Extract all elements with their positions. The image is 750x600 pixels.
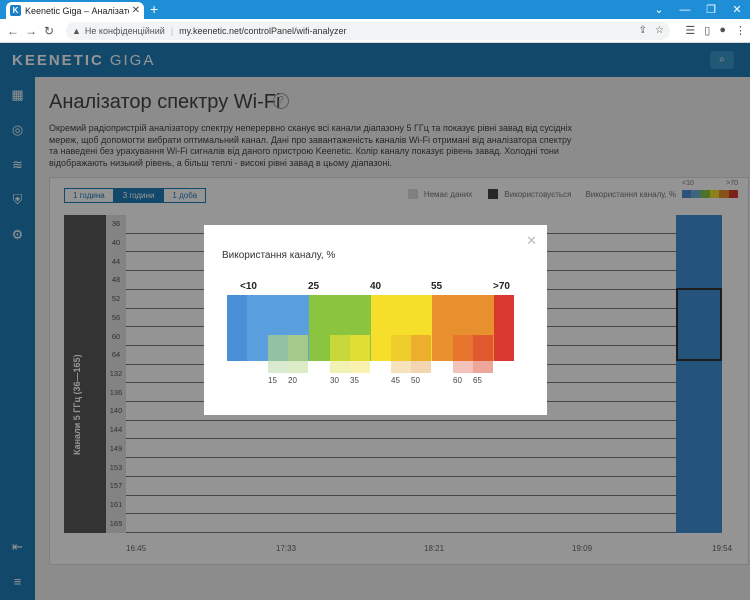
label-gt70: >70: [493, 281, 510, 292]
label-40: 40: [370, 281, 382, 292]
new-tab-button[interactable]: +: [150, 1, 158, 17]
browser-tab[interactable]: K Keenetic Giga – Аналізатор спект ✕: [6, 2, 144, 19]
url-text: my.keenetic.net/controlPanel/wifi-analyz…: [179, 26, 347, 36]
bookmark-star-icon[interactable]: ☆: [655, 25, 664, 36]
swatch-20: [288, 335, 308, 361]
swatch-15: [268, 335, 288, 361]
swatch-50-light: [411, 361, 431, 373]
swatch-60-light: [453, 361, 473, 373]
label-25: 25: [308, 281, 320, 292]
swatch-50: [411, 335, 431, 361]
label-lt10: <10: [240, 281, 257, 292]
side-panel-icon[interactable]: ▯: [704, 24, 710, 37]
maximize-icon[interactable]: ❐: [698, 3, 724, 16]
window-controls: ⌄ — ❐ ✕: [646, 0, 750, 19]
close-window-icon[interactable]: ✕: [724, 3, 750, 16]
tab-close-icon[interactable]: ✕: [132, 5, 140, 16]
profile-icon[interactable]: ●: [719, 24, 726, 37]
reload-icon[interactable]: ↻: [40, 24, 58, 38]
label-35: 35: [350, 376, 359, 385]
more-menu-icon[interactable]: ⋮: [735, 24, 746, 37]
omnibox-icons: ⇪ ☆: [639, 25, 664, 36]
usage-legend-dialog: ✕ Використання каналу, % <10 25 40 55 >7…: [204, 225, 547, 415]
swatch-35-light: [350, 361, 370, 373]
close-icon[interactable]: ✕: [526, 233, 537, 249]
label-55: 55: [431, 281, 443, 292]
swatch-20-light: [288, 361, 308, 373]
back-icon[interactable]: ←: [4, 24, 22, 38]
tab-search-icon[interactable]: ⌄: [646, 3, 672, 16]
warning-icon: ▲: [72, 26, 81, 36]
swatch-65-light: [473, 361, 493, 373]
forward-icon[interactable]: →: [22, 24, 40, 38]
minimize-icon[interactable]: —: [672, 4, 698, 16]
swatch-45: [391, 335, 411, 361]
swatch-60: [453, 335, 473, 361]
divider: |: [170, 26, 174, 36]
swatch-red: [494, 295, 514, 361]
browser-toolbar-right: ☰ ▯ ● ⋮: [685, 24, 746, 37]
label-20: 20: [288, 376, 297, 385]
swatch-45-light: [391, 361, 411, 373]
url-field[interactable]: ▲ Не конфіденційний | my.keenetic.net/co…: [66, 22, 670, 40]
reading-list-icon[interactable]: ☰: [685, 24, 695, 37]
share-icon[interactable]: ⇪: [639, 25, 647, 36]
label-15: 15: [268, 376, 277, 385]
label-45: 45: [391, 376, 400, 385]
dialog-title: Використання каналу, %: [222, 250, 336, 261]
address-bar: ← → ↻ ▲ Не конфіденційний | my.keenetic.…: [0, 19, 750, 43]
label-60: 60: [453, 376, 462, 385]
swatch-30-light: [330, 361, 350, 373]
label-50: 50: [411, 376, 420, 385]
swatch-65: [473, 335, 493, 361]
security-label: Не конфіденційний: [84, 26, 165, 36]
label-30: 30: [330, 376, 339, 385]
swatch-30: [330, 335, 350, 361]
tab-title: Keenetic Giga – Аналізатор спект: [25, 5, 129, 16]
swatch-35: [350, 335, 370, 361]
browser-tab-bar: K Keenetic Giga – Аналізатор спект ✕ + ⌄…: [0, 0, 750, 19]
swatch-15-light: [268, 361, 288, 373]
keenetic-favicon-icon: K: [10, 5, 21, 16]
swatch-blue-dark: [227, 295, 247, 361]
label-65: 65: [473, 376, 482, 385]
